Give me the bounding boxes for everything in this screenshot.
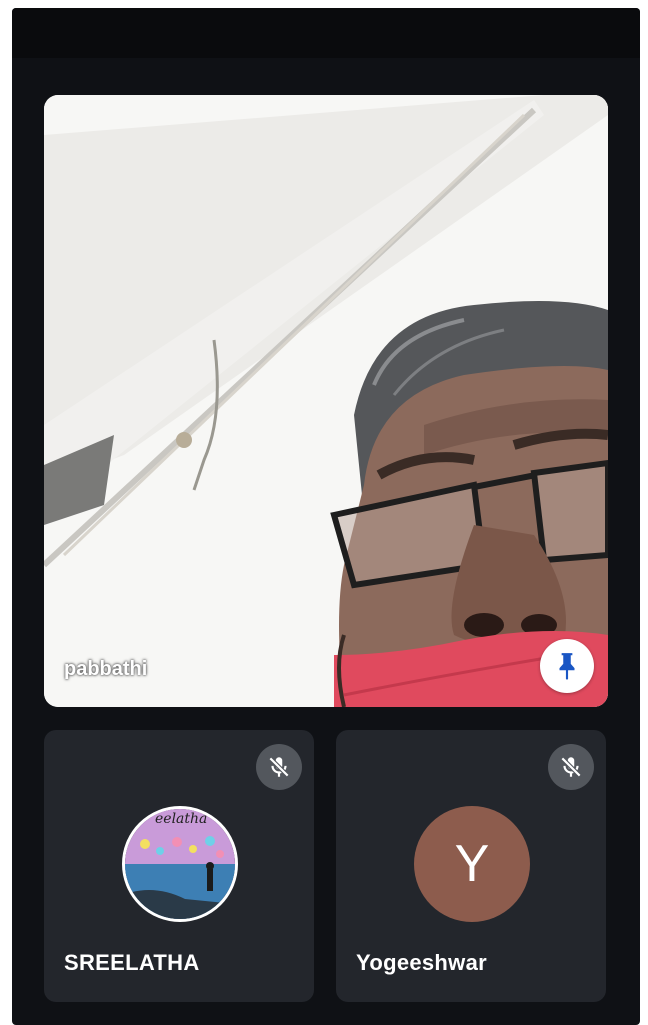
avatar-photo: eelatha — [125, 809, 235, 919]
top-bar — [12, 8, 640, 58]
participant-video — [44, 95, 608, 707]
svg-text:eelatha: eelatha — [155, 811, 207, 827]
mic-off-button[interactable] — [256, 744, 302, 790]
participant-name: SREELATHA — [64, 950, 200, 975]
participant-tile-yogeeshwar[interactable]: Y Yogeeshwar — [336, 730, 606, 1002]
mic-off-icon — [268, 756, 290, 778]
avatar: eelatha — [122, 806, 238, 922]
pin-button[interactable] — [540, 639, 594, 693]
participant-name: Yogeeshwar — [356, 950, 487, 975]
mic-off-icon — [560, 756, 582, 778]
meeting-screen: pabbathi eelatha SREELATHA Y Yogeeshwar — [12, 8, 640, 1025]
mic-off-button[interactable] — [548, 744, 594, 790]
main-video-tile[interactable]: pabbathi — [44, 95, 608, 707]
avatar: Y — [414, 806, 530, 922]
participant-tile-sreelatha[interactable]: eelatha SREELATHA — [44, 730, 314, 1002]
pin-icon — [559, 653, 575, 680]
main-participant-name: pabbathi — [64, 658, 148, 680]
